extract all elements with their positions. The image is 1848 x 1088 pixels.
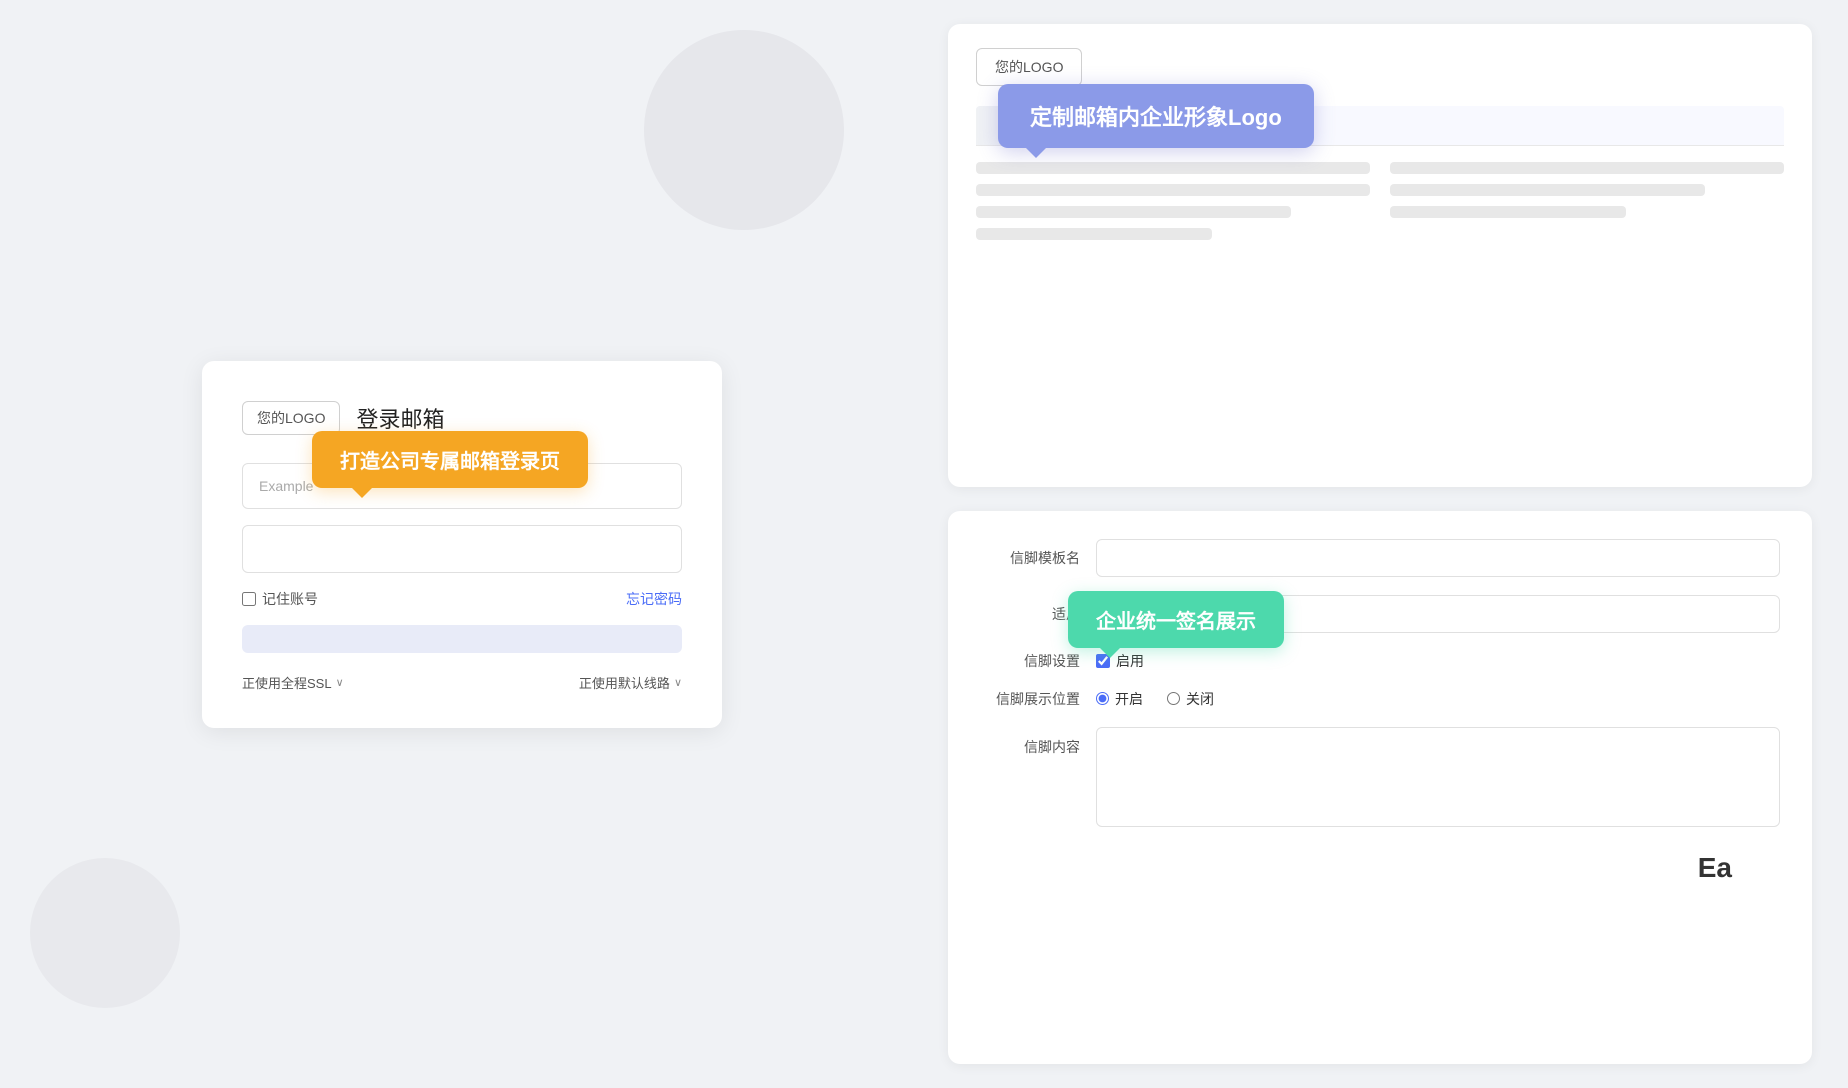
login-button[interactable] [242, 625, 682, 653]
login-title: 登录邮箱 [356, 402, 444, 434]
apply-label: 适用 [980, 604, 1080, 624]
right-logo-badge: 您的LOGO [976, 48, 1082, 86]
route-label: 正使用默认线路 [579, 673, 670, 692]
position-label: 信脚展示位置 [980, 689, 1080, 709]
line-5 [1390, 162, 1784, 174]
tooltip-purple: 定制邮箱内企业形象Logo [998, 84, 1314, 148]
remember-text: 记住账号 [262, 589, 318, 609]
logo-badge: 您的LOGO [242, 401, 340, 435]
line-4 [976, 228, 1212, 240]
tooltip-orange: 打造公司专属邮箱登录页 [312, 431, 588, 488]
top-card: 您的LOGO 定制邮箱内企业形象Logo 标页 通道引 应用中心 [948, 24, 1812, 487]
password-input[interactable]: ********** [242, 525, 682, 573]
content-label: 信脚内容 [980, 737, 1080, 757]
radio-open-text: 开启 [1115, 689, 1143, 709]
footer-row: 正使用全程SSL ∨ 正使用默认线路 ∨ [242, 673, 682, 692]
line-6 [1390, 184, 1705, 196]
remember-checkbox[interactable] [242, 592, 256, 606]
radio-open[interactable] [1096, 692, 1109, 705]
enable-text: 启用 [1116, 651, 1144, 671]
ssl-label: 正使用全程SSL [242, 673, 332, 692]
ea-text-area: Ea [1698, 852, 1732, 884]
route-item[interactable]: 正使用默认线路 ∨ [579, 673, 682, 692]
route-chevron-icon: ∨ [674, 676, 682, 689]
form-row-position: 信脚展示位置 开启 关闭 [980, 689, 1780, 709]
line-1 [976, 162, 1370, 174]
footer-setting-label: 信脚设置 [980, 651, 1080, 671]
login-header: 您的LOGO 登录邮箱 [242, 401, 682, 435]
template-name-label: 信脚模板名 [980, 548, 1080, 568]
ssl-chevron-icon: ∨ [336, 676, 344, 689]
position-radio-group: 开启 关闭 [1096, 689, 1214, 709]
options-row: 记住账号 忘记密码 [242, 589, 682, 609]
left-panel: 您的LOGO 登录邮箱 打造公司专属邮箱登录页 ********** 记住账号 … [0, 0, 924, 1088]
right-panel: 您的LOGO 定制邮箱内企业形象Logo 标页 通道引 应用中心 [924, 0, 1848, 1088]
line-3 [976, 206, 1291, 218]
content-col-left [976, 162, 1370, 250]
content-textarea[interactable] [1096, 727, 1780, 827]
content-col-right [1390, 162, 1784, 250]
password-input-group: ********** [242, 525, 682, 573]
line-7 [1390, 206, 1626, 218]
bottom-card: 企业统一签名展示 信脚模板名 适用 信脚设置 启用 信脚展示位置 开启 [948, 511, 1812, 1064]
radio-close[interactable] [1167, 692, 1180, 705]
ssl-item[interactable]: 正使用全程SSL ∨ [242, 673, 344, 692]
form-row-content: 信脚内容 [980, 727, 1780, 827]
content-block [976, 162, 1784, 250]
top-card-header: 您的LOGO [976, 48, 1784, 86]
form-row-template-name: 信脚模板名 [980, 539, 1780, 577]
radio-close-label[interactable]: 关闭 [1167, 689, 1214, 709]
ea-text: Ea [1698, 852, 1732, 883]
template-name-input[interactable] [1096, 539, 1780, 577]
login-card: 您的LOGO 登录邮箱 打造公司专属邮箱登录页 ********** 记住账号 … [202, 361, 722, 728]
forgot-password-link[interactable]: 忘记密码 [626, 589, 682, 609]
remember-me-label[interactable]: 记住账号 [242, 589, 318, 609]
radio-open-label[interactable]: 开启 [1096, 689, 1143, 709]
tooltip-green: 企业统一签名展示 [1068, 591, 1284, 648]
line-2 [976, 184, 1370, 196]
radio-close-text: 关闭 [1186, 689, 1214, 709]
